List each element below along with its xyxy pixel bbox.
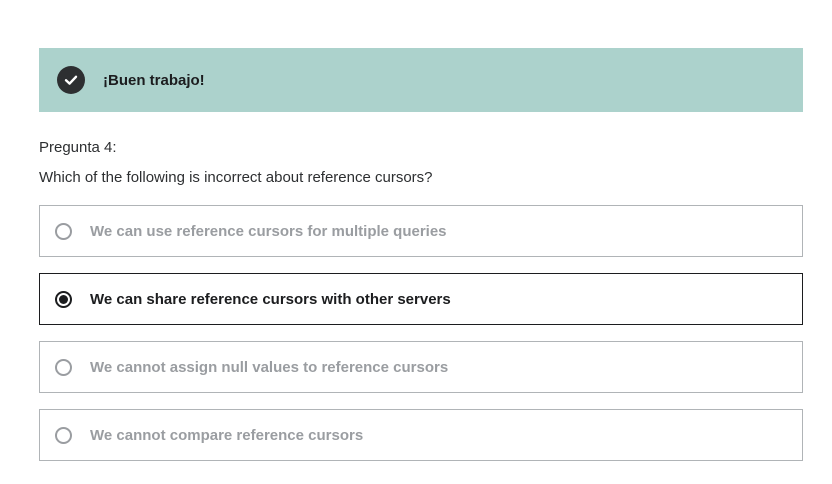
feedback-message: ¡Buen trabajo! [103, 71, 205, 89]
radio-unselected-icon[interactable] [55, 358, 72, 376]
question-number: Pregunta 4: [39, 139, 117, 156]
check-circle-icon [57, 66, 85, 94]
answer-option[interactable]: We cannot compare reference cursors [39, 409, 803, 461]
radio-dot [59, 294, 68, 304]
answer-option[interactable]: We cannot assign null values to referenc… [39, 341, 803, 393]
answer-list: We can use reference cursors for multipl… [39, 205, 803, 477]
answer-option-selected[interactable]: We can share reference cursors with othe… [39, 273, 803, 325]
answer-label: We can use reference cursors for multipl… [90, 222, 447, 240]
radio-unselected-icon[interactable] [55, 222, 72, 240]
radio-unselected-icon[interactable] [55, 426, 72, 444]
radio-selected-icon[interactable] [55, 290, 72, 308]
answer-label: We can share reference cursors with othe… [90, 290, 451, 308]
answer-option[interactable]: We can use reference cursors for multipl… [39, 205, 803, 257]
answer-label: We cannot assign null values to referenc… [90, 358, 449, 376]
question-prompt: Which of the following is incorrect abou… [39, 169, 433, 186]
answer-label: We cannot compare reference cursors [90, 426, 364, 444]
feedback-banner: ¡Buen trabajo! [39, 48, 803, 112]
